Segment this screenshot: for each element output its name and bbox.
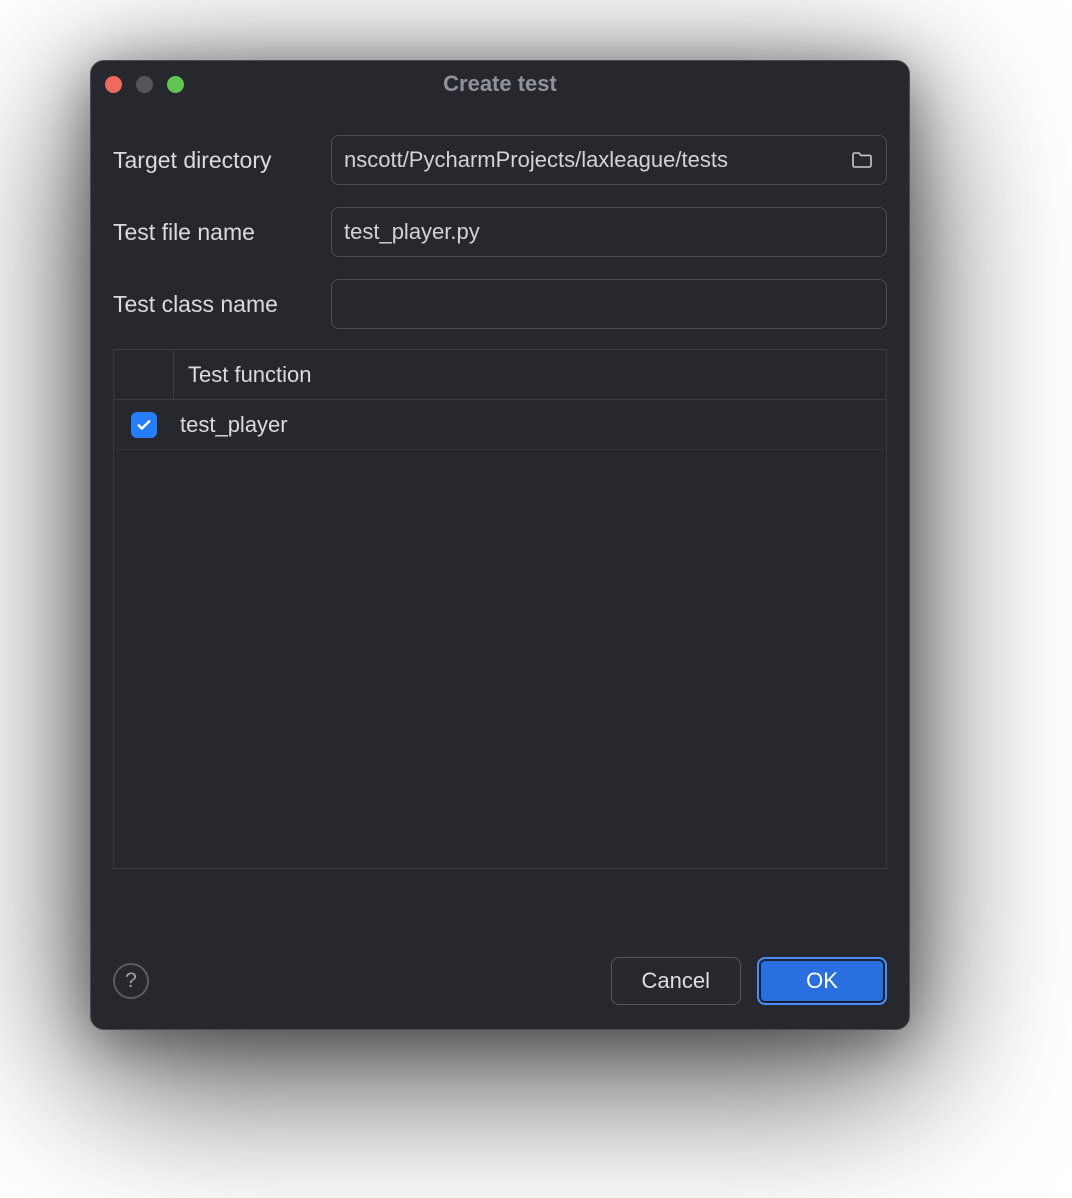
test-class-name-row: Test class name (113, 279, 887, 329)
cancel-button[interactable]: Cancel (611, 957, 741, 1005)
form: Target directory nscott/PycharmProjects/… (91, 107, 909, 339)
maximize-window-icon[interactable] (167, 76, 184, 93)
test-class-name-input[interactable] (331, 279, 887, 329)
table-header: Test function (114, 350, 886, 400)
browse-folder-icon[interactable] (850, 148, 874, 172)
target-directory-row: Target directory nscott/PycharmProjects/… (113, 135, 887, 185)
help-icon[interactable]: ? (113, 963, 149, 999)
row-checkbox[interactable] (131, 412, 157, 438)
test-functions-table: Test function test_player (113, 349, 887, 869)
window-controls (105, 76, 184, 93)
test-file-name-label: Test file name (113, 219, 331, 246)
table-row[interactable]: test_player (114, 400, 886, 450)
row-checkbox-cell (114, 412, 174, 438)
test-file-name-input[interactable]: test_player.py (331, 207, 887, 257)
dialog-title: Create test (91, 71, 909, 97)
test-class-name-label: Test class name (113, 291, 331, 318)
row-function-name: test_player (174, 412, 886, 438)
target-directory-label: Target directory (113, 147, 331, 174)
titlebar: Create test (91, 61, 909, 107)
create-test-dialog: Create test Target directory nscott/Pych… (90, 60, 910, 1030)
close-window-icon[interactable] (105, 76, 122, 93)
target-directory-value: nscott/PycharmProjects/laxleague/tests (344, 147, 840, 173)
table-header-name: Test function (174, 350, 886, 399)
table-body: test_player (114, 400, 886, 868)
target-directory-input[interactable]: nscott/PycharmProjects/laxleague/tests (331, 135, 887, 185)
test-file-name-row: Test file name test_player.py (113, 207, 887, 257)
minimize-window-icon (136, 76, 153, 93)
dialog-footer: ? Cancel OK (91, 939, 909, 1029)
table-header-checkbox-col (114, 350, 174, 399)
test-file-name-value: test_player.py (344, 219, 874, 245)
ok-button[interactable]: OK (757, 957, 887, 1005)
